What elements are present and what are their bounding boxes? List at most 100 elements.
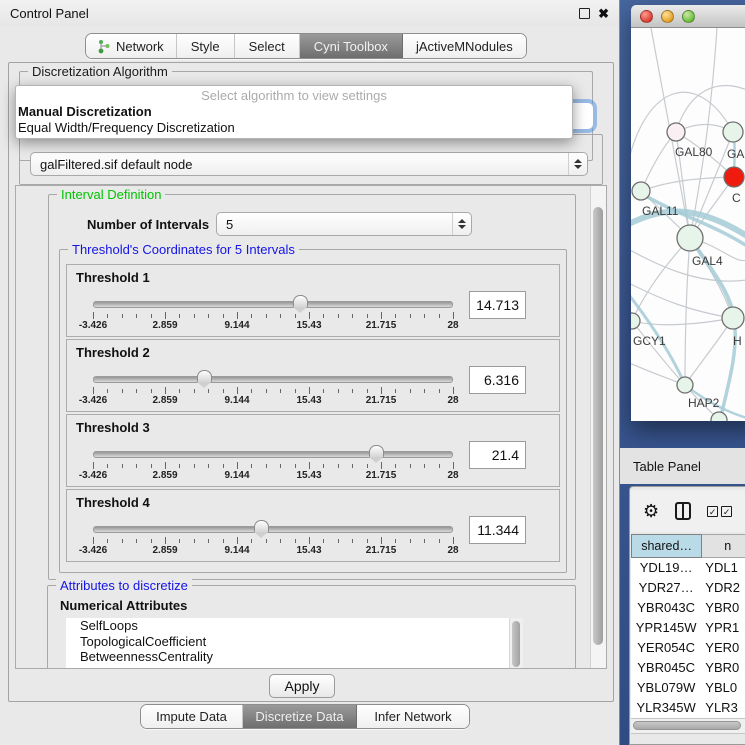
name-cell[interactable]: YDR2 (701, 578, 745, 598)
threshold-value-field[interactable]: 6.316 (469, 366, 526, 394)
table-rows[interactable]: YDL19…YDL1YDR27…YDR2YBR043CYBR0YPR145WYP… (631, 558, 745, 718)
slider-thumb[interactable] (197, 370, 212, 382)
number-of-intervals-combobox[interactable]: 5 (216, 212, 472, 236)
threshold-value-field[interactable]: 14.713 (469, 291, 526, 319)
stepper-icon[interactable] (452, 213, 471, 235)
column-header-name[interactable]: n (702, 534, 745, 558)
network-node[interactable] (667, 123, 685, 141)
threshold-slider[interactable]: -3.4262.8599.14415.4321.71528 (93, 294, 453, 332)
checkbox-icon[interactable]: ✓ (707, 506, 718, 517)
slider-track[interactable] (93, 301, 453, 308)
network-node[interactable] (722, 307, 744, 329)
shared-name-cell[interactable]: YPR145W (631, 618, 701, 638)
gear-icon[interactable]: ⚙ (643, 502, 659, 520)
attributes-list-scroll-thumb[interactable] (512, 621, 520, 667)
network-edge-highlighted[interactable] (690, 238, 734, 318)
settings-scroll-thumb[interactable] (593, 207, 603, 645)
name-cell[interactable]: YBR0 (701, 658, 745, 678)
network-edge[interactable] (641, 132, 676, 191)
shared-name-cell[interactable]: YBR045C (631, 658, 701, 678)
float-window-icon[interactable] (579, 8, 590, 19)
close-traffic-light-icon[interactable] (640, 10, 653, 23)
threshold-slider[interactable]: -3.4262.8599.14415.4321.71528 (93, 444, 453, 482)
tab-style[interactable]: Style (177, 34, 235, 58)
name-cell[interactable]: YLR3 (701, 698, 745, 718)
network-canvas-area[interactable]: GAL80GACGAL11GAL4GCY1HHAP2 (631, 28, 745, 421)
name-cell[interactable]: YBL0 (701, 678, 745, 698)
shared-name-cell[interactable]: YBR043C (631, 598, 701, 618)
stepper-icon[interactable] (568, 153, 587, 175)
tick-mark (251, 389, 252, 393)
table-data-combobox[interactable]: galFiltered.sif default node (30, 152, 588, 176)
network-node[interactable] (677, 225, 703, 251)
table-hscroll-thumb[interactable] (633, 721, 741, 730)
tick-mark (208, 464, 209, 468)
attribute-list-item[interactable]: TopologicalCoefficient (66, 634, 523, 650)
tab-infer-network[interactable]: Infer Network (357, 705, 469, 728)
name-cell[interactable]: YER0 (701, 638, 745, 658)
attribute-list-item[interactable]: SelfLoops (66, 618, 523, 634)
name-cell[interactable]: YDL1 (701, 558, 745, 578)
network-node[interactable] (723, 122, 743, 142)
network-edge[interactable] (641, 177, 734, 191)
name-cell[interactable]: YPR1 (701, 618, 745, 638)
apply-button[interactable]: Apply (269, 674, 335, 698)
tab-cyni-toolbox[interactable]: Cyni Toolbox (300, 34, 403, 58)
table-row[interactable]: YBR045CYBR0 (631, 658, 745, 678)
tab-discretize-data[interactable]: Discretize Data (243, 705, 357, 728)
network-node[interactable] (677, 377, 693, 393)
shared-name-cell[interactable]: YDR27… (631, 578, 701, 598)
shared-name-cell[interactable]: YDL19… (631, 558, 701, 578)
slider-thumb[interactable] (293, 295, 308, 307)
network-edge[interactable] (631, 280, 733, 318)
slider-track[interactable] (93, 451, 453, 458)
minimize-traffic-light-icon[interactable] (661, 10, 674, 23)
algorithm-option-equal-width[interactable]: Equal Width/Frequency Discretization (16, 120, 572, 136)
attributes-list-scrollbar[interactable] (509, 618, 523, 669)
shared-name-cell[interactable]: YBL079W (631, 678, 701, 698)
tab-network[interactable]: Network (86, 34, 177, 58)
slider-track[interactable] (93, 526, 453, 533)
shared-name-cell[interactable]: YER054C (631, 638, 701, 658)
network-edge[interactable] (685, 238, 690, 385)
table-row[interactable]: YBL079WYBL0 (631, 678, 745, 698)
threshold-slider[interactable]: -3.4262.8599.14415.4321.71528 (93, 369, 453, 407)
table-horizontal-scrollbar[interactable] (631, 718, 745, 734)
numerical-attributes-list[interactable]: SelfLoopsTopologicalCoefficientBetweenne… (66, 618, 523, 669)
column-header-shared-name[interactable]: shared… (631, 534, 702, 558)
close-icon[interactable]: ✖ (598, 7, 609, 20)
network-node[interactable] (711, 412, 727, 421)
network-node[interactable] (724, 167, 744, 187)
column-visibility-icons[interactable]: ✓ ✓ (707, 506, 732, 517)
table-row[interactable]: YLR345WYLR3 (631, 698, 745, 718)
threshold-slider[interactable]: -3.4262.8599.14415.4321.71528 (93, 519, 453, 557)
tab-impute-data[interactable]: Impute Data (141, 705, 243, 728)
slider-track[interactable] (93, 376, 453, 383)
table-row[interactable]: YDL19…YDL1 (631, 558, 745, 578)
slider-thumb[interactable] (254, 520, 269, 532)
threshold-value-field[interactable]: 21.4 (469, 441, 526, 469)
network-view-window: GAL80GACGAL11GAL4GCY1HHAP2 (631, 5, 745, 421)
table-row[interactable]: YBR043CYBR0 (631, 598, 745, 618)
network-window-titlebar[interactable] (631, 5, 745, 28)
slider-thumb[interactable] (369, 445, 384, 457)
tab-select[interactable]: Select (235, 34, 300, 58)
split-columns-icon[interactable] (675, 502, 691, 520)
tick-mark (381, 537, 382, 544)
checkbox-icon[interactable]: ✓ (721, 506, 732, 517)
attribute-list-item[interactable]: BetweennessCentrality (66, 649, 523, 665)
shared-name-cell[interactable]: YLR345W (631, 698, 701, 718)
table-row[interactable]: YDR27…YDR2 (631, 578, 745, 598)
table-row[interactable]: YPR145WYPR1 (631, 618, 745, 638)
zoom-traffic-light-icon[interactable] (682, 10, 695, 23)
name-cell[interactable]: YBR0 (701, 598, 745, 618)
algorithm-option-manual[interactable]: Manual Discretization (16, 104, 572, 120)
threshold-value-field[interactable]: 11.344 (469, 516, 526, 544)
network-edge[interactable] (685, 318, 733, 385)
table-row[interactable]: YER054CYER0 (631, 638, 745, 658)
tab-jactivemnodules[interactable]: jActiveMNodules (403, 34, 526, 58)
network-node[interactable] (632, 182, 650, 200)
network-node[interactable] (631, 313, 640, 329)
network-edge[interactable] (631, 360, 685, 385)
settings-vertical-scrollbar[interactable] (590, 186, 606, 668)
